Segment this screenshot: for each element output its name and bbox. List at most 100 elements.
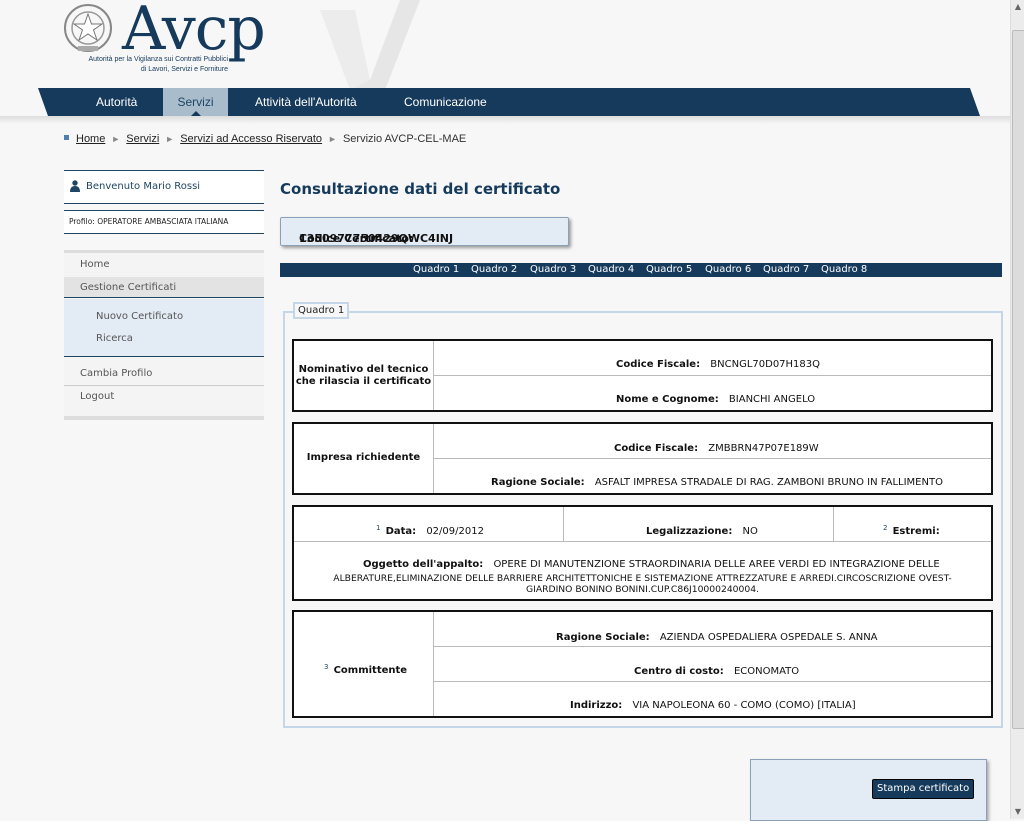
sidebar-menu: Home Gestione Certificati Nuovo Certific…	[64, 250, 264, 420]
field-value: VIA NAPOLEONA 60 - COMO (COMO) [ITALIA]	[632, 700, 856, 711]
breadcrumb: Home ► Servizi ► Servizi ad Accesso Riservat…	[64, 133, 466, 145]
tecnico-nome: Nome e Cognome: BIANCHI ANGELO	[616, 387, 815, 406]
row-divider	[434, 681, 991, 682]
field-label: Oggetto dell'appalto:	[363, 559, 484, 570]
quadro-link-1[interactable]: Quadro 1	[413, 264, 459, 275]
scrollbar-thumb[interactable]	[1012, 30, 1024, 729]
sidebar-item-ricerca[interactable]: Ricerca	[96, 333, 133, 344]
header-divider	[0, 116, 1010, 124]
impresa-block: Impresa richiedente Codice Fiscale: ZMBB…	[292, 422, 993, 495]
row-divider	[434, 458, 991, 459]
decorative-v-graphic	[320, 0, 420, 90]
profile-box: Profilo: OPERATORE AMBASCIATA ITALIANA	[64, 210, 264, 234]
row-divider	[434, 646, 991, 647]
scroll-up-arrow-icon[interactable]: ▲	[1011, 0, 1024, 14]
committente-rs: Ragione Sociale: AZIENDA OSPEDALIERA OSP…	[556, 625, 878, 644]
field-label: Ragione Sociale:	[491, 477, 585, 488]
sidebar-item-label: Gestione Certificati	[80, 282, 177, 293]
tecnico-label: Nominativo del tecnico che rilascia il c…	[294, 364, 433, 388]
chevron-right-icon: ►	[328, 134, 337, 144]
footnote-marker[interactable]: 3	[324, 663, 328, 671]
field-label: Legalizzazione:	[646, 526, 733, 537]
logo-subtitle-line: di Lavori, Servizi e Forniture	[140, 66, 228, 73]
sidebar-item-home[interactable]: Home	[80, 259, 110, 270]
sidebar-item-nuovo-certificato[interactable]: Nuovo Certificato	[96, 311, 183, 322]
field-label: Indirizzo:	[570, 700, 623, 711]
breadcrumb-servizi[interactable]: Servizi	[126, 133, 159, 145]
sidebar-submenu: Nuovo Certificato Ricerca	[64, 299, 264, 357]
tecnico-block: Nominativo del tecnico che rilascia il c…	[292, 339, 993, 412]
field-value: ECONOMATO	[733, 666, 800, 677]
logo-subtitle-line: Autorità per la Vigilanza sui Contratti …	[88, 56, 228, 63]
appalto-oggetto: Oggetto dell'appalto: OPERE DI MANUTENZI…	[363, 552, 940, 571]
field-value: BIANCHI ANGELO	[728, 394, 816, 405]
sidebar-item-cambia-profilo[interactable]: Cambia Profilo	[80, 368, 152, 379]
field-value: ASFALT IMPRESA STRADALE DI RAG. ZAMBONI …	[594, 477, 943, 488]
appalto-estremi: 2 Estremi:	[883, 519, 940, 538]
quadro-link-2[interactable]: Quadro 2	[471, 264, 517, 275]
committente-indirizzo: Indirizzo: VIA NAPOLEONA 60 - COMO (COMO…	[570, 693, 856, 712]
field-value: ZMBBRN47P07E189W	[708, 443, 819, 454]
stampa-certificato-button[interactable]: Stampa certificato	[872, 779, 975, 799]
impresa-rs: Ragione Sociale: ASFALT IMPRESA STRADALE…	[491, 470, 943, 489]
breadcrumb-current: Servizio AVCP-CEL-MAE	[342, 133, 467, 145]
scroll-down-arrow-icon[interactable]: ▼	[1011, 805, 1024, 819]
quadro-link-3[interactable]: Quadro 3	[530, 264, 576, 275]
appalto-data: 1 Data: 02/09/2012	[376, 519, 484, 538]
field-value: BNCNGL70D07H183Q	[710, 359, 821, 370]
sidebar-item-logout[interactable]: Logout	[80, 391, 114, 402]
field-label: Codice Fiscale:	[614, 443, 699, 454]
fieldset-legend: Quadro 1	[293, 302, 350, 319]
chevron-right-icon: ►	[165, 134, 175, 144]
welcome-box: Benvenuto Mario Rossi	[64, 170, 264, 204]
field-label: Estremi:	[892, 526, 940, 537]
field-label: Codice Fiscale:	[616, 359, 701, 370]
oggetto-line: GIARDINO BONINO BONINI.CUP.C86J100002400…	[526, 584, 759, 595]
impresa-cf: Codice Fiscale: ZMBBRN47P07E189W	[614, 436, 819, 455]
footnote-marker[interactable]: 1	[376, 524, 380, 532]
field-label: Data:	[385, 526, 417, 537]
field-label: Committente	[333, 665, 408, 676]
field-value: 02/09/2012	[426, 526, 484, 537]
quadro-link-6[interactable]: Quadro 6	[705, 264, 751, 275]
quadro-link-5[interactable]: Quadro 5	[646, 264, 692, 275]
nav-attivita[interactable]: Attività dell'Autorità	[255, 88, 357, 116]
breadcrumb-servizi-riservato[interactable]: Servizi ad Accesso Riservato	[180, 133, 322, 145]
quadro-link-7[interactable]: Quadro 7	[763, 264, 809, 275]
field-value: NO	[742, 526, 758, 537]
appalto-oggetto-cont: ALBERATURE,ELIMINAZIONE DELLE BARRIERE A…	[294, 573, 991, 595]
row-divider	[434, 375, 991, 376]
nav-comunicazione[interactable]: Comunicazione	[404, 88, 487, 116]
quadro-link-8[interactable]: Quadro 8	[821, 264, 867, 275]
page-title: Consultazione dati del certificato	[280, 180, 561, 198]
appalto-legalizzazione: Legalizzazione: NO	[646, 519, 758, 538]
breadcrumb-home[interactable]: Home	[76, 133, 105, 145]
chevron-right-icon: ►	[111, 134, 121, 144]
footnote-marker[interactable]: 2	[883, 524, 887, 532]
page-header: Avcp Autorità per la Vigilanza sui Contr…	[0, 0, 1010, 124]
committente-label: 3 Committente	[324, 658, 407, 677]
committente-block: 3 Committente Ragione Sociale: AZIENDA O…	[292, 610, 993, 718]
impresa-label: Impresa richiedente	[306, 452, 421, 463]
quadro-link-4[interactable]: Quadro 4	[588, 264, 634, 275]
user-icon	[70, 180, 80, 192]
cell-divider	[833, 507, 834, 541]
sidebar-item-gestione-certificati[interactable]: Gestione Certificati	[64, 277, 264, 298]
appalto-block: 1 Data: 02/09/2012 Legalizzazione: NO 2 …	[292, 505, 993, 601]
field-value: AZIENDA OSPEDALIERA OSPEDALE S. ANNA	[659, 632, 878, 643]
committente-centro-costo: Centro di costo: ECONOMATO	[634, 659, 799, 678]
nav-autorita[interactable]: Autorità	[96, 88, 137, 116]
field-label: Nome e Cognome:	[616, 394, 719, 405]
oggetto-line: ALBERATURE,ELIMINAZIONE DELLE BARRIERE A…	[333, 573, 952, 584]
field-label: Centro di costo:	[634, 666, 724, 677]
cell-divider	[433, 612, 434, 716]
tecnico-cf: Codice Fiscale: BNCNGL70D07H183Q	[616, 352, 820, 371]
logo-subtitle: Autorità per la Vigilanza sui Contratti …	[62, 55, 228, 75]
italian-emblem-icon	[64, 4, 112, 52]
profile-text: Profilo: OPERATORE AMBASCIATA ITALIANA	[69, 217, 229, 226]
breadcrumb-bullet-icon	[64, 135, 69, 140]
menu-divider	[64, 385, 264, 386]
cell-divider	[563, 507, 564, 541]
vertical-scrollbar[interactable]: ▲ ▼	[1010, 0, 1024, 819]
codice-value: 1350977750429QWC4INJ	[299, 232, 454, 245]
